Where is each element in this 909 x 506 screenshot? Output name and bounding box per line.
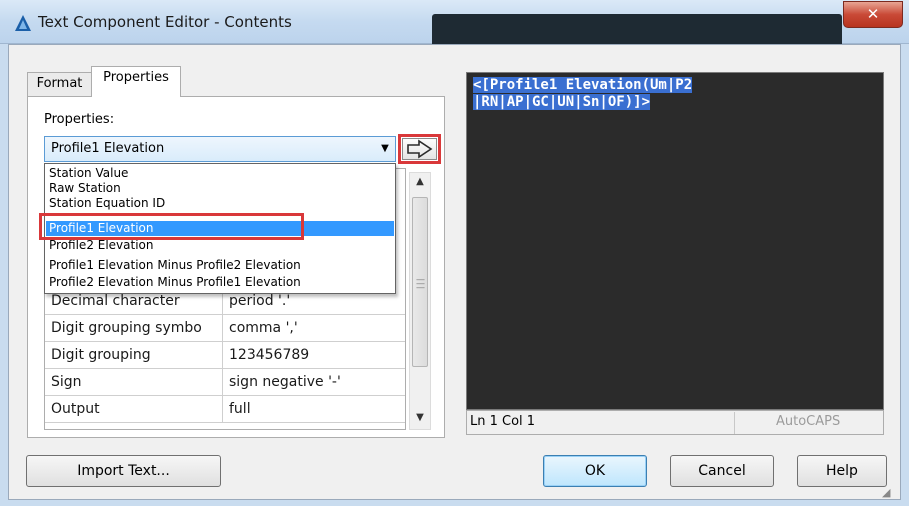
property-select[interactable]: Profile1 Elevation — [44, 136, 396, 162]
scroll-down-icon[interactable]: ▼ — [409, 408, 431, 428]
grid-row-name: Digit grouping symbo — [45, 315, 223, 341]
window-title: Text Component Editor - Contents — [38, 13, 292, 31]
dropdown-option[interactable]: Profile2 Elevation — [46, 238, 394, 253]
dropdown-option[interactable]: Station Equation ID — [46, 196, 394, 211]
grid-row-value[interactable]: full — [223, 396, 405, 422]
tab-format[interactable]: Format — [27, 72, 92, 96]
ok-button[interactable]: OK — [543, 455, 647, 487]
status-divider — [734, 412, 735, 434]
dropdown-option[interactable]: Profile1 Elevation Minus Profile2 Elevat… — [46, 258, 394, 273]
scroll-up-icon[interactable]: ▲ — [409, 172, 431, 192]
editor-line: |RN|AP|GC|UN|Sn|OF)]> — [473, 94, 651, 110]
dropdown-option[interactable]: Profile2 Elevation Minus Profile1 Elevat… — [46, 275, 394, 290]
grid-row-value[interactable]: comma ',' — [223, 315, 405, 341]
editor-line: <[Profile1 Elevation(Um|P2 — [473, 77, 693, 93]
cursor-position: Ln 1 Col 1 — [470, 414, 536, 429]
window-frame-bottom — [0, 499, 909, 506]
dropdown-option[interactable]: Raw Station — [46, 181, 394, 196]
app-icon — [14, 14, 32, 32]
grid-row-name: Sign — [45, 369, 223, 395]
grid-row[interactable]: Sign sign negative '-' — [45, 369, 405, 396]
grid-row[interactable]: Digit grouping 123456789 — [45, 342, 405, 369]
dropdown-option[interactable]: Station Value — [46, 166, 394, 181]
window-frame-left — [0, 44, 8, 500]
cancel-button[interactable]: Cancel — [670, 455, 774, 487]
import-text-button[interactable]: Import Text... — [26, 455, 221, 487]
close-icon: ✕ — [866, 5, 880, 23]
grid-row-name: Output — [45, 396, 223, 422]
close-button[interactable]: ✕ — [843, 1, 903, 28]
grid-row[interactable]: Digit grouping symbo comma ',' — [45, 315, 405, 342]
autocaps-indicator: AutoCAPS — [776, 414, 841, 429]
editor-content[interactable]: <[Profile1 Elevation(Um|P2 |RN|AP|GC|UN|… — [473, 77, 873, 111]
properties-label: Properties: — [44, 112, 115, 127]
window-frame-right — [901, 44, 909, 500]
grid-row-value[interactable]: sign negative '-' — [223, 369, 405, 395]
help-button[interactable]: Help — [797, 455, 887, 487]
grid-row[interactable]: Output full — [45, 396, 405, 423]
insert-arrow-icon — [407, 139, 433, 159]
grid-row-value[interactable]: 123456789 — [223, 342, 405, 368]
text-editor[interactable] — [466, 72, 884, 410]
scroll-grip-icon: — — — — [416, 275, 425, 293]
selected-option-highlight — [39, 213, 304, 240]
tab-properties[interactable]: Properties — [91, 66, 181, 97]
resize-grip-icon[interactable]: ◢ — [882, 486, 896, 500]
grid-row-name: Digit grouping — [45, 342, 223, 368]
chevron-down-icon[interactable]: ▼ — [374, 136, 396, 162]
insert-property-button[interactable] — [402, 138, 437, 160]
background-window — [432, 14, 842, 44]
